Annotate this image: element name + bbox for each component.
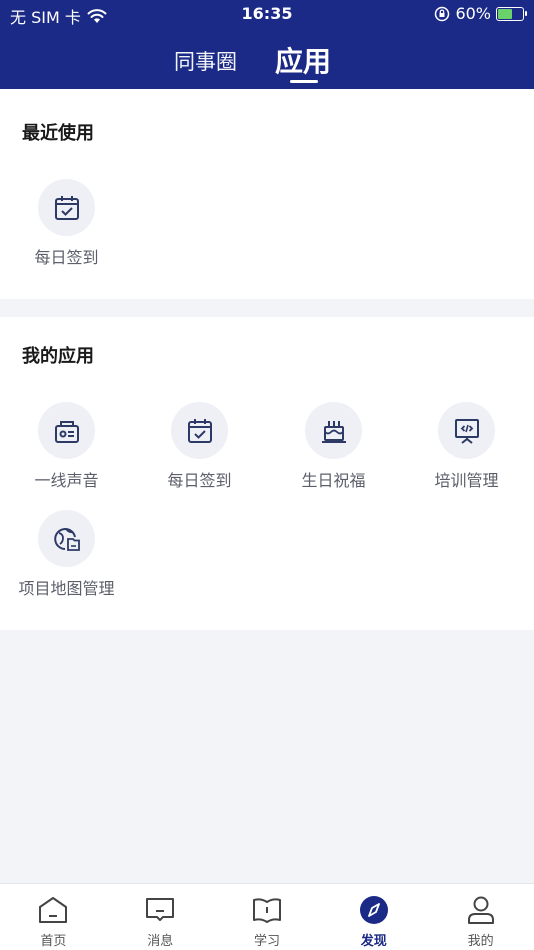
app-project-map-management[interactable]: 项目地图管理 — [0, 510, 133, 599]
app-daily-checkin[interactable]: 每日签到 — [133, 402, 266, 491]
section-title-recent: 最近使用 — [22, 123, 94, 144]
app-birthday-wishes[interactable]: 生日祝福 — [267, 402, 400, 491]
app-icon-circle — [171, 402, 228, 459]
tab-apps[interactable]: 应用 — [275, 40, 331, 80]
app-icon-circle — [305, 402, 362, 459]
battery-percent: 60% — [455, 4, 491, 23]
tab-colleague-circle[interactable]: 同事圈 — [174, 46, 237, 76]
app-daily-checkin-recent[interactable]: 每日签到 — [0, 179, 133, 268]
app-training-management[interactable]: 培训管理 — [400, 402, 533, 491]
orientation-lock-icon — [435, 6, 450, 21]
message-icon — [143, 894, 177, 926]
tabbar-label: 学习 — [253, 934, 280, 949]
battery-icon — [496, 6, 527, 21]
compass-icon — [357, 894, 391, 926]
tabbar-home[interactable]: 首页 — [0, 884, 107, 950]
tabbar-label: 发现 — [360, 934, 387, 949]
user-icon — [464, 894, 498, 926]
calendar-check-icon — [187, 418, 212, 443]
app-icon-circle — [438, 402, 495, 459]
header-tabs: 同事圈 应用 — [0, 40, 534, 84]
tabbar-profile[interactable]: 我的 — [427, 884, 534, 950]
tabbar-label: 首页 — [40, 934, 67, 949]
tabbar-messages[interactable]: 消息 — [107, 884, 214, 950]
recent-apps-section: 最近使用 每日签到 — [0, 89, 534, 299]
app-icon-circle — [38, 510, 95, 567]
tabbar-discover[interactable]: 发现 — [320, 884, 427, 950]
birthday-cake-icon — [321, 420, 346, 443]
app-icon-circle — [38, 179, 95, 236]
my-apps-section: 我的应用 一线声音 每日签到 生日祝福 培训管理 项目地图管理 — [0, 317, 534, 630]
battery-level — [498, 8, 512, 19]
app-label: 项目地图管理 — [18, 579, 115, 598]
radio-icon — [54, 420, 79, 443]
tabbar-label: 消息 — [147, 934, 174, 949]
app-label: 培训管理 — [434, 471, 499, 490]
section-title-mine: 我的应用 — [22, 346, 94, 367]
status-bar: 无 SIM 卡 16:35 60% — [0, 0, 534, 30]
book-icon — [250, 894, 284, 926]
app-label: 每日签到 — [34, 248, 99, 267]
app-frontline-voice[interactable]: 一线声音 — [0, 402, 133, 491]
app-icon-circle — [38, 402, 95, 459]
app-label: 每日签到 — [167, 471, 232, 490]
bottom-tab-bar: 首页 消息 学习 发现 我的 — [0, 883, 534, 950]
status-right: 60% — [434, 4, 527, 23]
tabbar-label: 我的 — [467, 934, 494, 949]
app-label: 生日祝福 — [301, 471, 366, 490]
calendar-check-icon — [54, 195, 79, 220]
globe-map-icon — [53, 527, 80, 551]
home-icon — [36, 894, 70, 926]
active-tab-indicator — [290, 80, 318, 83]
training-board-icon — [454, 418, 479, 444]
app-header: 无 SIM 卡 16:35 60% 同事圈 应用 — [0, 0, 534, 89]
app-label: 一线声音 — [34, 471, 99, 490]
tabbar-learning[interactable]: 学习 — [214, 884, 321, 950]
